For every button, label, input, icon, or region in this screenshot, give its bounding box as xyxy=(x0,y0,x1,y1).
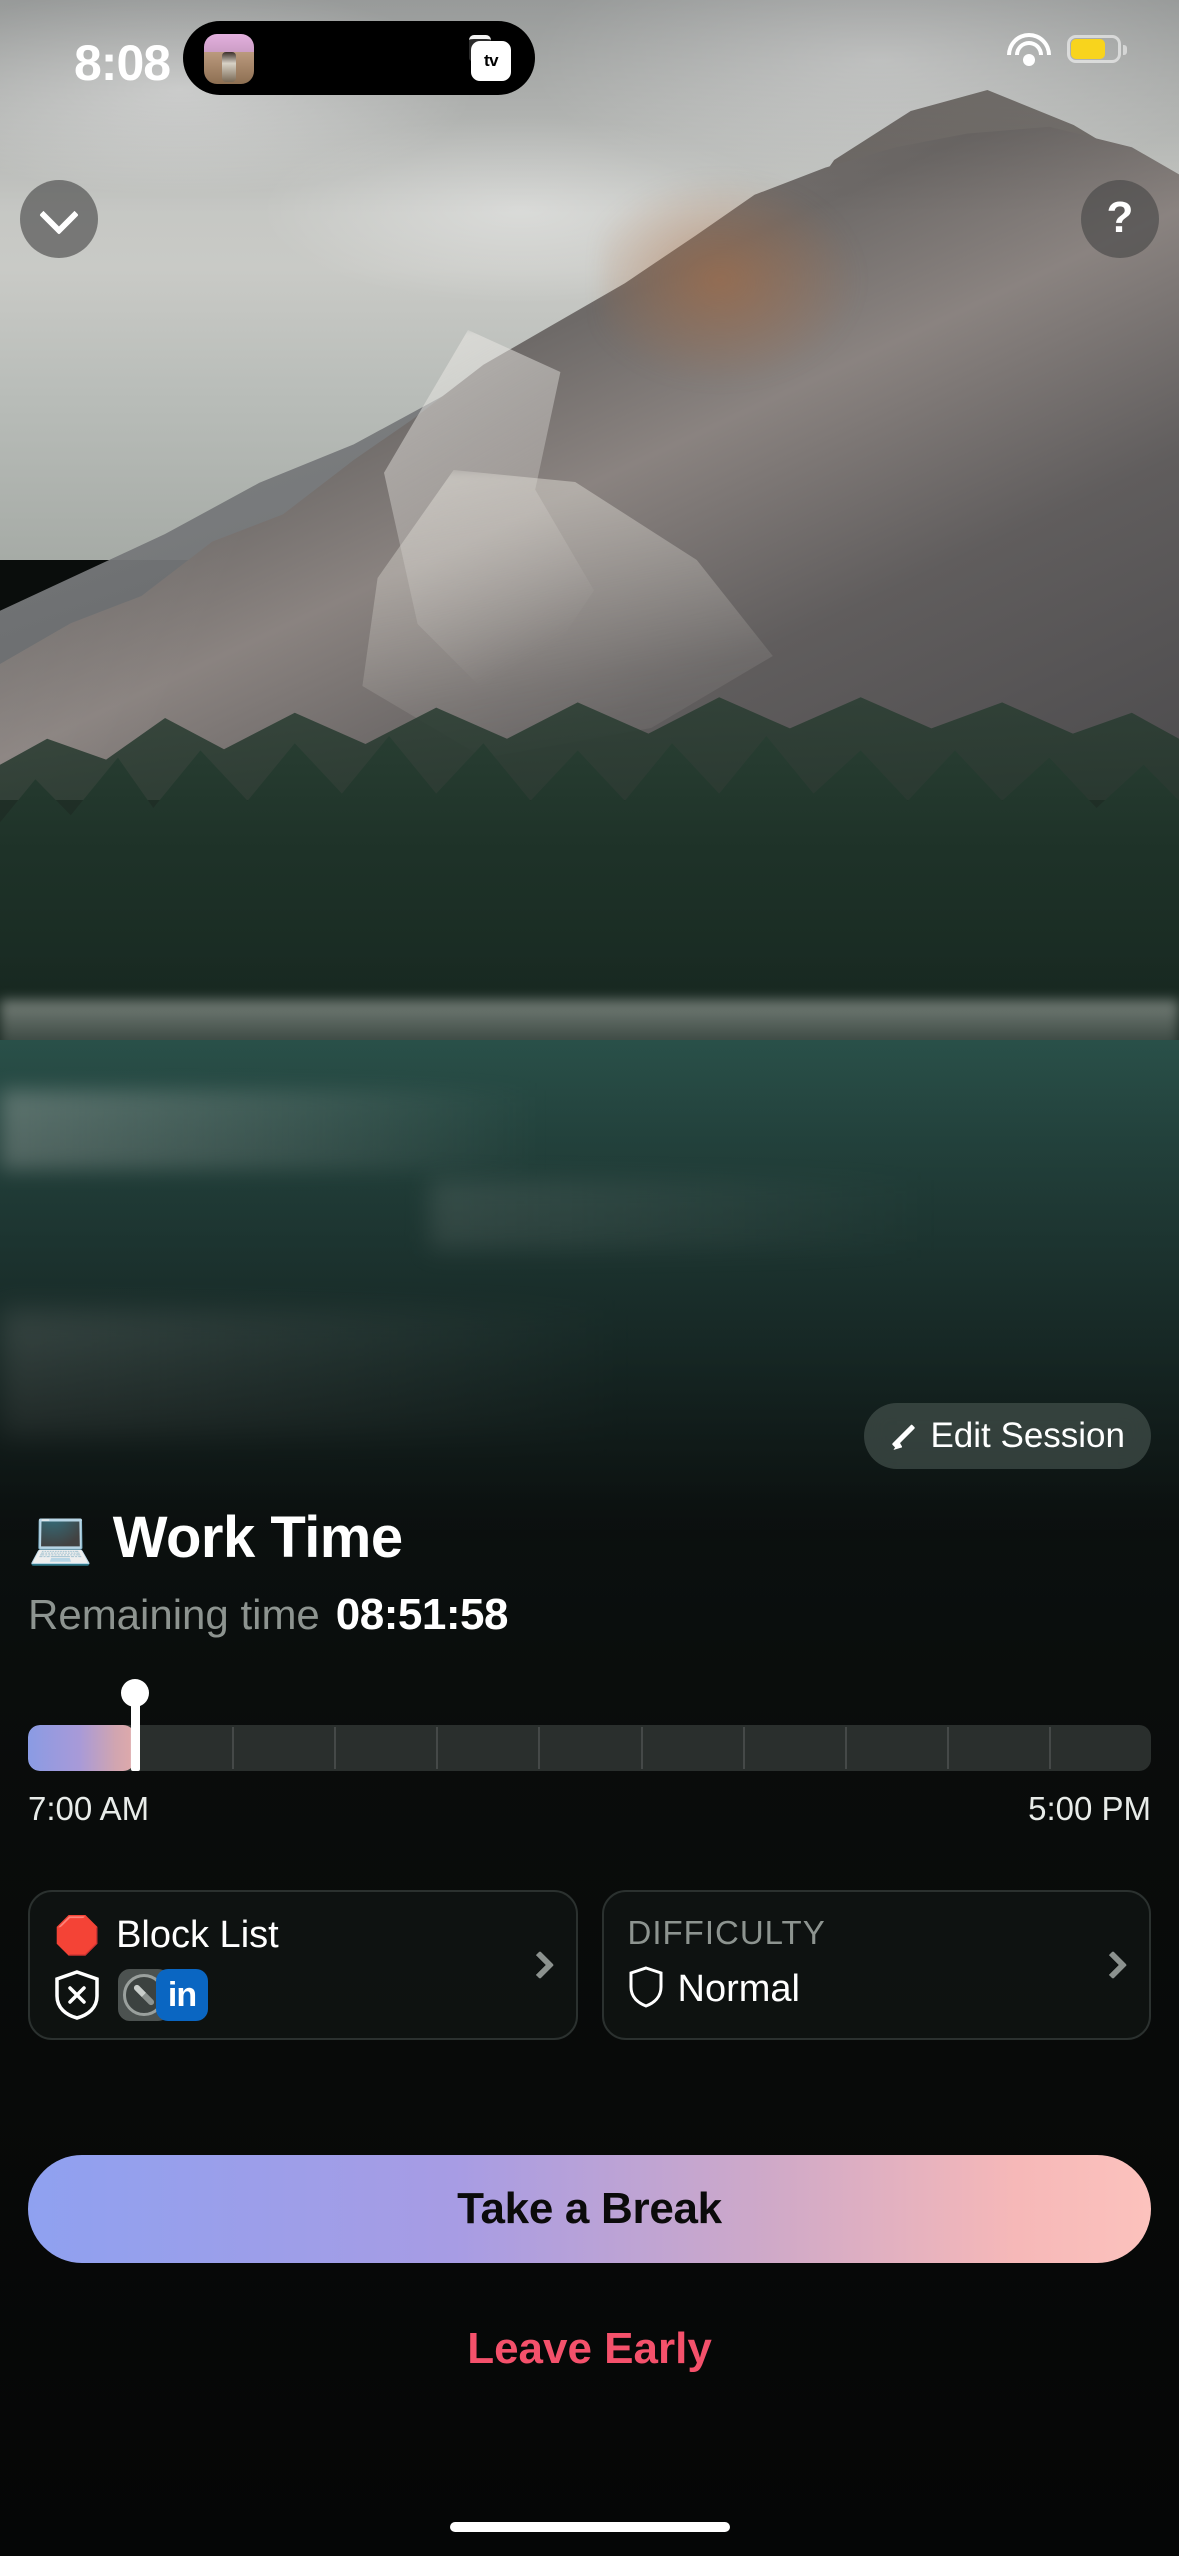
shield-block-icon xyxy=(54,1970,100,2020)
home-indicator[interactable] xyxy=(449,2522,730,2532)
difficulty-label: DIFFICULTY xyxy=(627,1914,826,1951)
blocked-app-icons: in xyxy=(54,1969,552,2021)
remaining-time-row: Remaining time 08:51:58 xyxy=(28,1590,508,1640)
collapse-button[interactable] xyxy=(20,180,98,258)
timeline-tick xyxy=(334,1727,337,1769)
difficulty-value-row: Normal xyxy=(628,1966,1126,2013)
background-photo xyxy=(0,0,1179,1530)
timeline-tick xyxy=(232,1727,235,1769)
difficulty-card[interactable]: DIFFICULTY Normal xyxy=(601,1890,1151,2040)
difficulty-value: Normal xyxy=(677,1968,800,2010)
laptop-icon: 💻 xyxy=(28,1508,93,1567)
timeline-labels: 7:00 AM 5:00 PM xyxy=(28,1790,1151,1828)
block-list-title: Block List xyxy=(116,1914,279,1956)
timeline-tick xyxy=(436,1727,439,1769)
settings-cards: 🛑 Block List in DIFFICULTY Normal xyxy=(28,1890,1151,2040)
pencil-icon xyxy=(890,1423,916,1449)
leave-early-label: Leave Early xyxy=(467,2324,712,2373)
timeline-tick xyxy=(538,1727,541,1769)
stop-sign-icon: 🛑 xyxy=(54,1915,101,1956)
timeline-tick xyxy=(742,1727,745,1769)
timeline-tick xyxy=(1048,1727,1051,1769)
timeline-tick xyxy=(640,1727,643,1769)
session-title-row: 💻 Work Time xyxy=(28,1504,403,1571)
session-timeline[interactable] xyxy=(28,1703,1151,1771)
remaining-time-label: Remaining time xyxy=(28,1591,320,1638)
apple-tv-icon: tv xyxy=(469,35,517,83)
wifi-icon xyxy=(1007,33,1051,66)
timeline-tick xyxy=(844,1727,847,1769)
linkedin-icon: in xyxy=(156,1969,208,2021)
dynamic-island-live-activity[interactable]: tv xyxy=(183,21,535,95)
remaining-time-value: 08:51:58 xyxy=(335,1590,509,1639)
take-a-break-label: Take a Break xyxy=(457,2184,722,2233)
timeline-current-marker[interactable] xyxy=(130,1703,140,1771)
timeline-tick xyxy=(946,1727,949,1769)
apple-tv-badge-label: tv xyxy=(471,41,511,81)
timeline-start-label: 7:00 AM xyxy=(28,1790,150,1827)
timeline-ticks xyxy=(28,1725,1151,1771)
live-activity-artwork xyxy=(204,34,254,84)
take-a-break-button[interactable]: Take a Break xyxy=(28,2155,1151,2263)
question-mark-icon: ? xyxy=(1106,193,1134,242)
block-list-card[interactable]: 🛑 Block List in xyxy=(28,1890,578,2040)
block-list-header: 🛑 Block List xyxy=(54,1914,552,1957)
photo-fade-overlay xyxy=(0,0,1179,1530)
leave-early-button[interactable]: Leave Early xyxy=(0,2324,1179,2374)
timeline-end-label: 5:00 PM xyxy=(1028,1790,1151,1827)
session-title: Work Time xyxy=(112,1505,403,1570)
help-button[interactable]: ? xyxy=(1081,180,1159,258)
edit-session-label: Edit Session xyxy=(930,1416,1125,1455)
edit-session-button[interactable]: Edit Session xyxy=(864,1403,1151,1469)
status-bar: 8:08 tv xyxy=(0,0,1179,120)
status-bar-indicators xyxy=(1007,33,1127,66)
shield-icon xyxy=(628,1966,664,2013)
status-bar-clock: 8:08 xyxy=(74,35,171,91)
chevron-down-icon xyxy=(39,195,79,235)
battery-icon xyxy=(1067,35,1127,65)
app-screen: 8:08 tv ? Edit Session 💻 Work Time Remai… xyxy=(0,0,1179,2556)
